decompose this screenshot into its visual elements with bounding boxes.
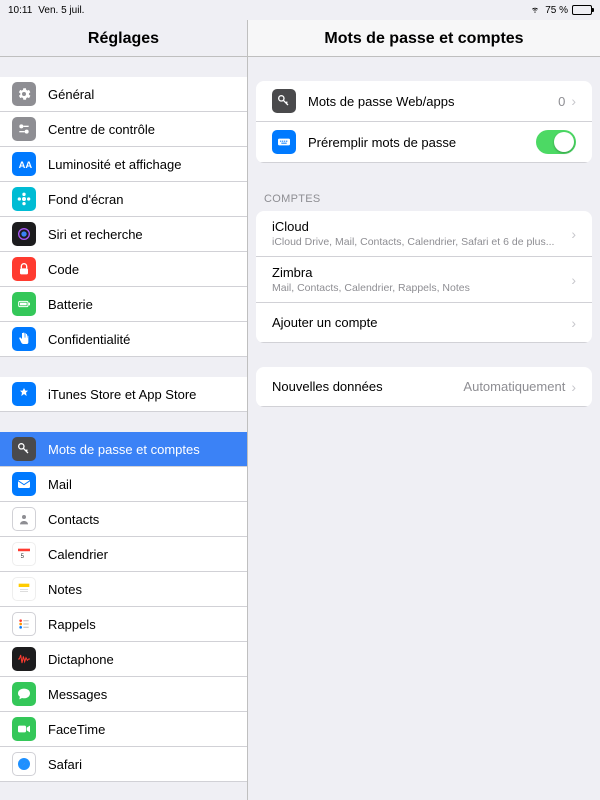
detail-pane: Mots de passe et comptes Mots de passe W… <box>248 20 600 800</box>
sidebar-item-facetime[interactable]: FaceTime <box>0 712 247 747</box>
detail-row-label: Préremplir mots de passe <box>308 135 536 150</box>
sidebar-item-label: Safari <box>48 757 235 772</box>
sidebar: Réglages Général Centre de contrôle AA Lumi… <box>0 20 248 800</box>
sidebar-item-label: Notes <box>48 582 235 597</box>
chevron-right-icon: › <box>571 315 576 331</box>
contacts-icon <box>12 507 36 531</box>
account-sub: iCloud Drive, Mail, Contacts, Calendrier… <box>272 236 565 248</box>
wifi-icon <box>529 4 541 17</box>
status-bar: 10:11 Ven. 5 juil. 75 % <box>0 0 600 20</box>
sidebar-item-label: Fond d'écran <box>48 192 235 207</box>
sidebar-item-calendrier[interactable]: 5 Calendrier <box>0 537 247 572</box>
hand-icon <box>12 327 36 351</box>
battery-pct: 75 % <box>545 5 568 16</box>
sidebar-item-itunes-store-et-app-store[interactable]: iTunes Store et App Store <box>0 377 247 412</box>
chevron-right-icon: › <box>571 93 576 109</box>
detail-row-mots-de-passe-web-apps[interactable]: Mots de passe Web/apps0 › <box>256 81 592 122</box>
toggle-switch[interactable] <box>536 130 576 154</box>
sidebar-item-label: iTunes Store et App Store <box>48 387 235 402</box>
safari-icon <box>12 752 36 776</box>
chevron-right-icon: › <box>571 272 576 288</box>
sidebar-item-luminosit-et-affichage[interactable]: AA Luminosité et affichage <box>0 147 247 182</box>
notes-icon <box>12 577 36 601</box>
reminders-icon <box>12 612 36 636</box>
voice-icon <box>12 647 36 671</box>
chevron-right-icon: › <box>571 226 576 242</box>
key-icon <box>272 89 296 113</box>
sidebar-item-notes[interactable]: Notes <box>0 572 247 607</box>
sidebar-item-centre-de-contr-le[interactable]: Centre de contrôle <box>0 112 247 147</box>
battery-icon <box>12 292 36 316</box>
sidebar-item-label: Code <box>48 262 235 277</box>
sidebar-title: Réglages <box>0 20 247 57</box>
account-row-zimbra[interactable]: Zimbra Mail, Contacts, Calendrier, Rappel… <box>256 257 592 303</box>
sidebar-item-label: Centre de contrôle <box>48 122 235 137</box>
sidebar-item-confidentialit-[interactable]: Confidentialité <box>0 322 247 357</box>
sidebar-item-label: Général <box>48 87 235 102</box>
sidebar-item-label: Luminosité et affichage <box>48 157 235 172</box>
sidebar-item-safari[interactable]: Safari <box>0 747 247 782</box>
sidebar-item-code[interactable]: Code <box>0 252 247 287</box>
sidebar-item-fond-d-cran[interactable]: Fond d'écran <box>0 182 247 217</box>
account-label: iCloud <box>272 219 565 234</box>
sidebar-item-label: Siri et recherche <box>48 227 235 242</box>
sidebar-item-mail[interactable]: Mail <box>0 467 247 502</box>
lock-icon <box>12 257 36 281</box>
brightness-icon: AA <box>12 152 36 176</box>
sidebar-item-contacts[interactable]: Contacts <box>0 502 247 537</box>
fetch-label: Nouvelles données <box>272 379 463 394</box>
fetch-row[interactable]: Nouvelles données Automatiquement › <box>256 367 592 407</box>
fetch-value: Automatiquement <box>463 379 565 394</box>
sidebar-item-label: Rappels <box>48 617 235 632</box>
sidebar-item-label: Mots de passe et comptes <box>48 442 235 457</box>
switches-icon <box>12 117 36 141</box>
sidebar-item-dictaphone[interactable]: Dictaphone <box>0 642 247 677</box>
account-row-icloud[interactable]: iCloud iCloud Drive, Mail, Contacts, Cale… <box>256 211 592 257</box>
appstore-icon <box>12 382 36 406</box>
sidebar-item-messages[interactable]: Messages <box>0 677 247 712</box>
account-row-ajouter-un-compte[interactable]: Ajouter un compte › <box>256 303 592 343</box>
detail-row-pr-remplir-mots-de-passe[interactable]: Préremplir mots de passe <box>256 122 592 163</box>
sidebar-item-label: FaceTime <box>48 722 235 737</box>
sidebar-item-label: Messages <box>48 687 235 702</box>
flower-icon <box>12 187 36 211</box>
sidebar-item-label: Calendrier <box>48 547 235 562</box>
sidebar-item-label: Contacts <box>48 512 235 527</box>
mail-icon <box>12 472 36 496</box>
sidebar-item-g-n-ral[interactable]: Général <box>0 77 247 112</box>
detail-row-value: 0 <box>558 94 565 109</box>
sidebar-item-rappels[interactable]: Rappels <box>0 607 247 642</box>
account-label: Ajouter un compte <box>272 315 565 330</box>
calendar-icon: 5 <box>12 542 36 566</box>
status-time: 10:11 <box>8 5 32 16</box>
messages-icon <box>12 682 36 706</box>
facetime-icon <box>12 717 36 741</box>
sidebar-item-label: Batterie <box>48 297 235 312</box>
detail-title: Mots de passe et comptes <box>248 20 600 57</box>
key-icon <box>12 437 36 461</box>
sidebar-item-mots-de-passe-et-comptes[interactable]: Mots de passe et comptes <box>0 432 247 467</box>
account-label: Zimbra <box>272 265 565 280</box>
battery-icon <box>572 5 592 15</box>
sidebar-item-label: Confidentialité <box>48 332 235 347</box>
keyboard-icon <box>272 130 296 154</box>
sidebar-item-label: Mail <box>48 477 235 492</box>
gear-icon <box>12 82 36 106</box>
status-date: Ven. 5 juil. <box>38 5 84 16</box>
sidebar-item-batterie[interactable]: Batterie <box>0 287 247 322</box>
svg-text:AA: AA <box>19 160 32 170</box>
sidebar-item-label: Dictaphone <box>48 652 235 667</box>
chevron-right-icon: › <box>571 379 576 395</box>
accounts-header: Comptes <box>248 187 600 211</box>
detail-row-label: Mots de passe Web/apps <box>308 94 558 109</box>
siri-icon <box>12 222 36 246</box>
account-sub: Mail, Contacts, Calendrier, Rappels, Not… <box>272 282 565 294</box>
sidebar-item-siri-et-recherche[interactable]: Siri et recherche <box>0 217 247 252</box>
